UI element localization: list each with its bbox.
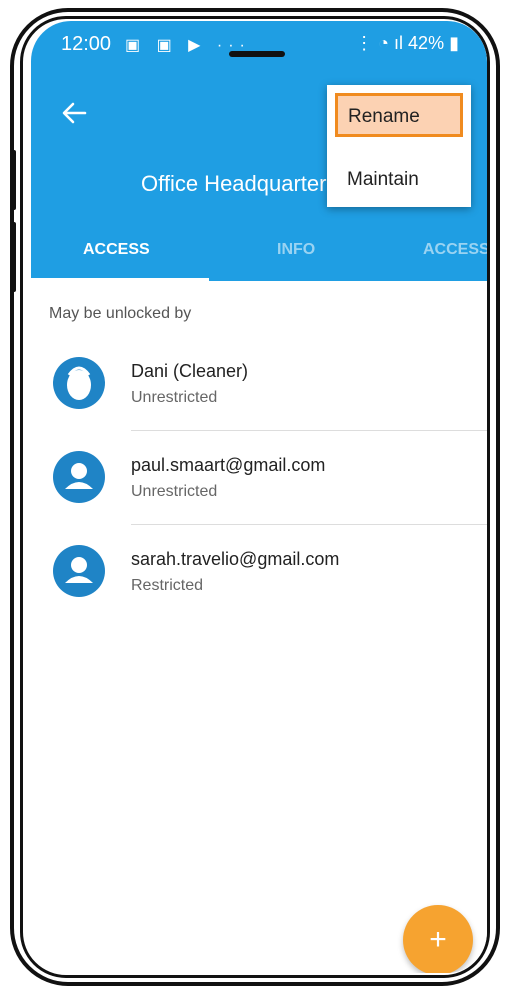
list-item-status: Unrestricted [131, 483, 218, 500]
battery-text: ⋮ ◔ ıl 42% ▮ [355, 33, 459, 53]
list-item[interactable]: Dani (Cleaner) Unrestricted [31, 337, 487, 431]
phone-frame-inner: 12:00 ▣ ▣ ▶ ··· ⋮ ◔ ıl 42% ▮ Office Head… [20, 16, 490, 978]
person-icon [53, 451, 105, 503]
tab-bar: ACCESS INFO ACCESS [31, 233, 487, 281]
battery-icon: ▮ [449, 33, 459, 53]
status-time: 12:00 [61, 33, 112, 55]
list-item-name: Dani (Cleaner) [131, 361, 249, 381]
phone-side-button-left-2 [12, 222, 16, 292]
overflow-menu: Rename Maintain [327, 85, 471, 207]
add-button[interactable]: + [403, 905, 473, 973]
list-item-status: Restricted [131, 577, 204, 594]
menu-item-rename[interactable]: Rename [335, 93, 463, 137]
signal-icon: ⋮ ◔ ıl [355, 33, 409, 53]
tab-access[interactable]: ACCESS [83, 241, 150, 259]
tab-indicator [31, 278, 209, 281]
keyfob-icon [53, 357, 105, 409]
list-item-name: paul.smaart@gmail.com [131, 455, 326, 475]
list-item-status: Unrestricted [131, 389, 218, 406]
tab-access-2[interactable]: ACCESS [423, 241, 487, 259]
section-label: May be unlocked by [49, 305, 192, 322]
list-item[interactable]: paul.smaart@gmail.com Unrestricted [31, 431, 487, 525]
menu-item-maintain[interactable]: Maintain [347, 169, 419, 191]
phone-side-button-left [12, 150, 16, 210]
tab-info[interactable]: INFO [277, 241, 315, 259]
arrow-left-icon[interactable] [61, 101, 87, 125]
person-icon [53, 545, 105, 597]
list-item[interactable]: sarah.travelio@gmail.com Restricted [31, 525, 487, 619]
list-item-name: sarah.travelio@gmail.com [131, 549, 340, 569]
phone-side-button-right [496, 300, 500, 380]
camera-notch [229, 51, 285, 57]
app-screen: 12:00 ▣ ▣ ▶ ··· ⋮ ◔ ıl 42% ▮ Office Head… [31, 21, 487, 973]
page-title: Office Headquarters [141, 171, 338, 196]
